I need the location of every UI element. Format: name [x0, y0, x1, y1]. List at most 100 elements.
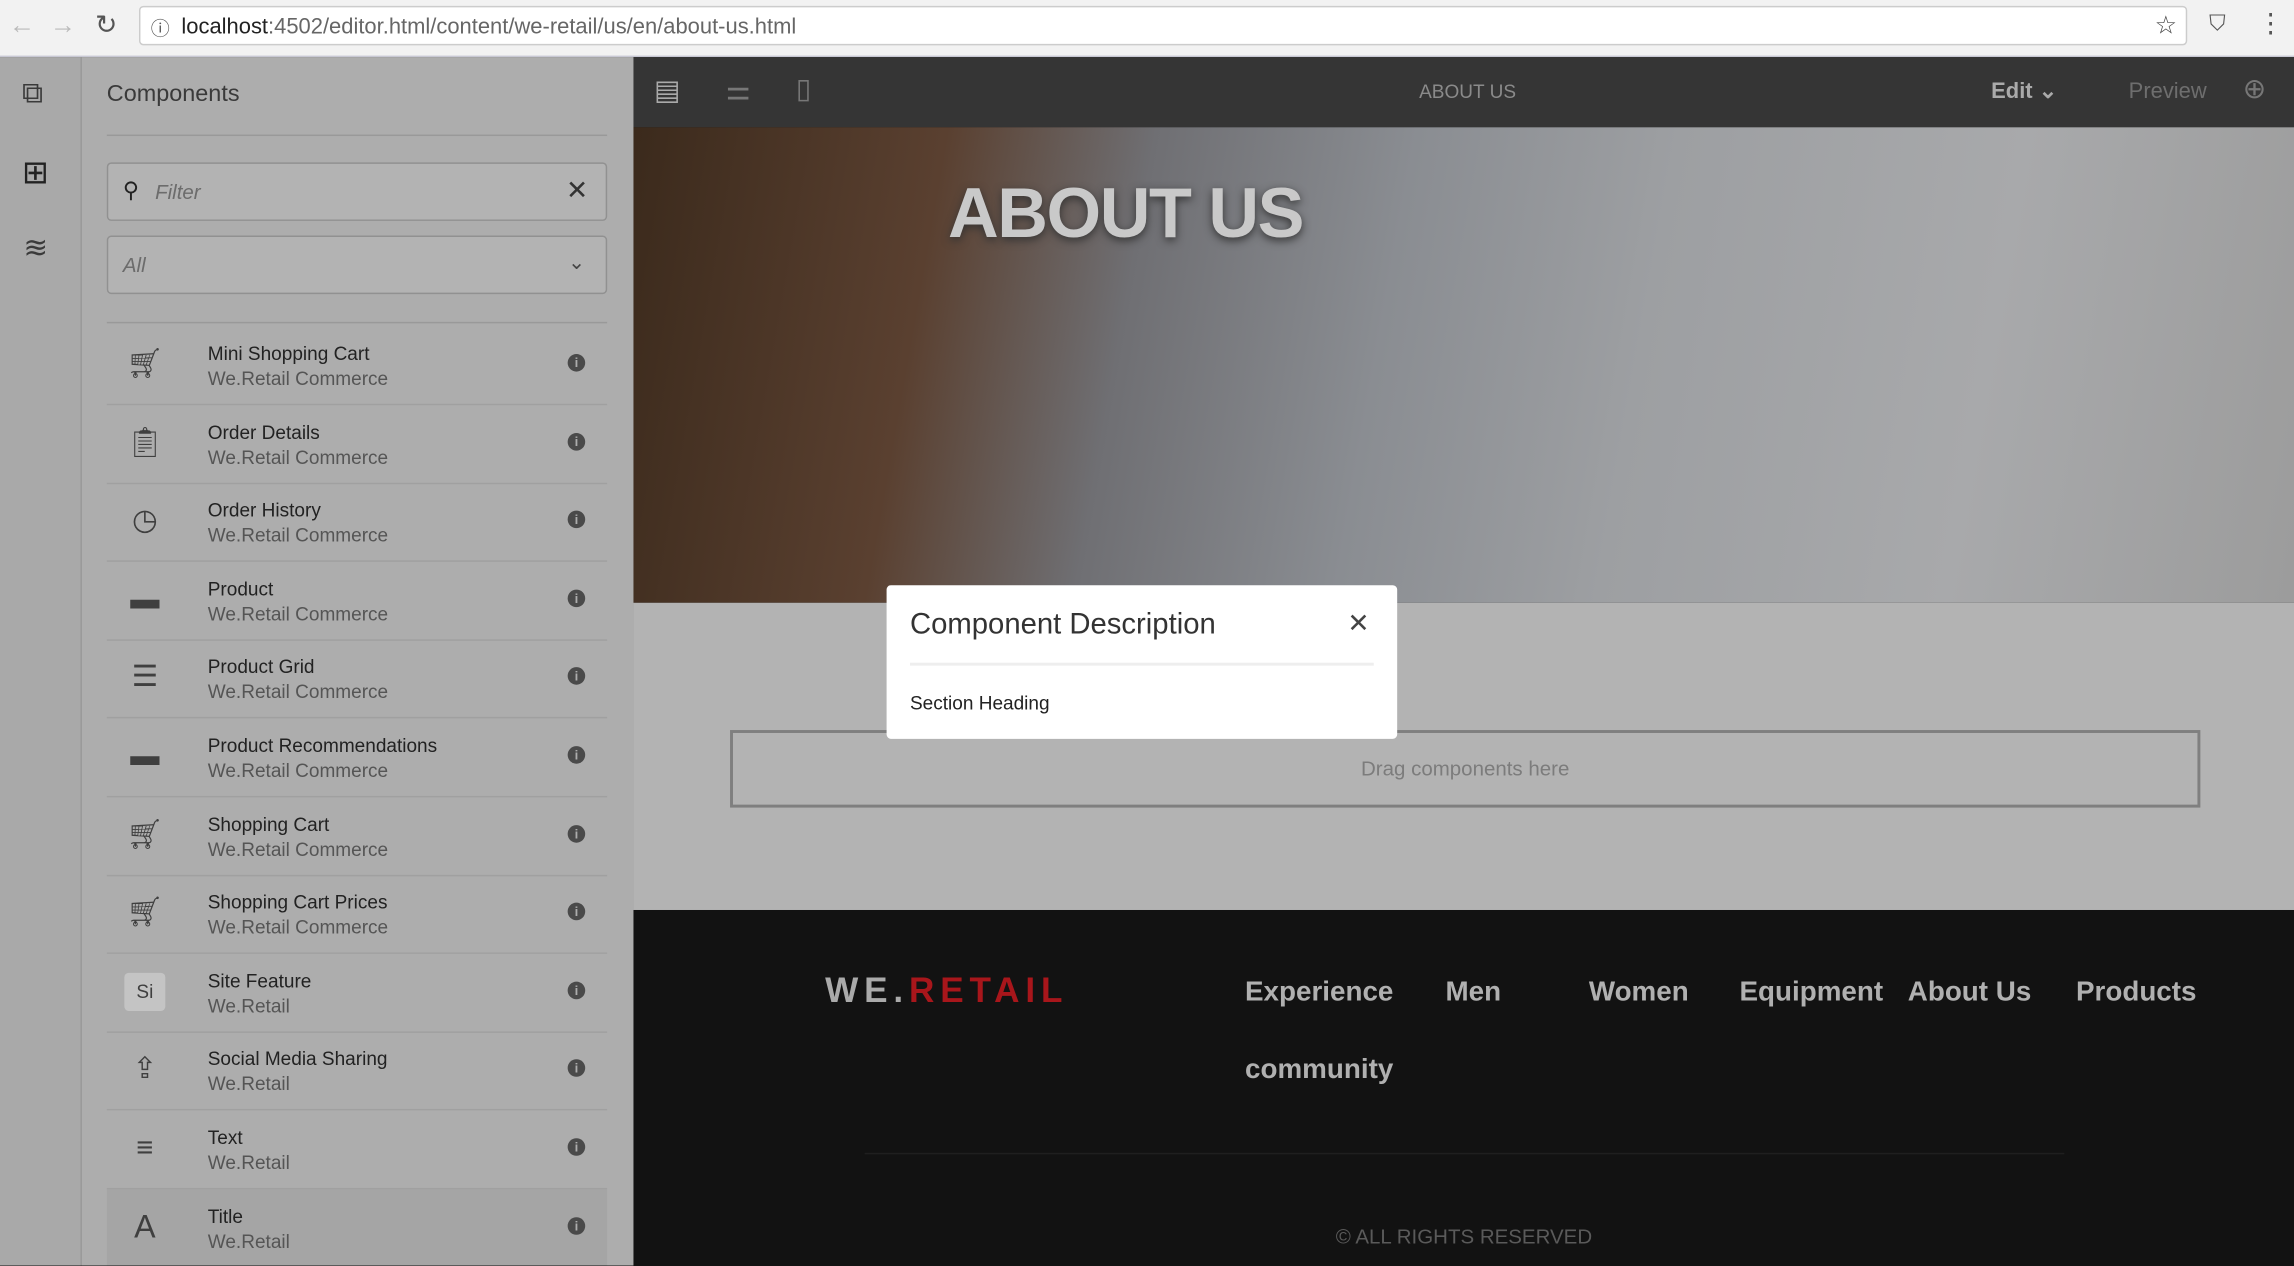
component-item[interactable]: ≡ Text We.Retail i — [106, 1110, 608, 1190]
component-name: Text — [207, 1126, 243, 1149]
component-item[interactable]: 🛒︎ Shopping Cart Prices We.Retail Commerce… — [106, 875, 608, 955]
component-item[interactable]: ⇪ Social Media Sharing We.Retail i — [106, 1032, 608, 1111]
text-align-icon: ≡ — [136, 1132, 154, 1165]
side-rail: ⧉ ⊞ ≋ — [0, 57, 82, 1266]
side-panel-toggle-icon[interactable]: ▤ — [654, 75, 680, 109]
info-icon[interactable]: i — [567, 902, 586, 921]
component-group: We.Retail — [207, 1151, 290, 1174]
info-icon[interactable]: i — [567, 1216, 586, 1235]
back-icon[interactable]: ← — [9, 10, 35, 41]
group-select-value: All — [122, 253, 146, 277]
component-abbr-icon: Si — [124, 972, 166, 1011]
page-footer: WE.RETAIL Experience Men Women Equipment… — [633, 909, 2294, 1266]
footer-link[interactable]: Women — [1589, 977, 1689, 1009]
clipboard-icon: 📋︎ — [126, 426, 164, 459]
archive-icon: ▬ — [130, 740, 160, 773]
preview-button[interactable]: Preview — [2129, 79, 2207, 104]
mode-selector[interactable]: Edit ⌄ — [1991, 78, 2057, 104]
component-group: We.Retail Commerce — [207, 602, 389, 625]
info-icon[interactable]: i — [567, 354, 586, 372]
components-icon[interactable]: ⊞ — [22, 154, 49, 192]
chevron-down-icon: ⌄ — [2038, 79, 2058, 104]
info-icon[interactable]: i — [567, 746, 586, 764]
url-host: localhost — [181, 14, 269, 40]
component-item[interactable]: 📋︎ Order Details We.Retail Commerce i — [106, 405, 608, 484]
clear-icon[interactable]: ✕ — [566, 176, 588, 207]
browser-toolbar: ← → ↻ ⓘ localhost:4502/editor.html/conte… — [0, 0, 2294, 58]
component-abbr-icon: A — [134, 1207, 156, 1245]
component-group: We.Retail — [207, 1072, 290, 1095]
info-icon[interactable]: i — [567, 981, 586, 999]
mode-label: Edit — [1991, 79, 2033, 104]
drop-zone[interactable]: Drag components here — [730, 730, 2201, 808]
component-item[interactable]: Si Site Feature We.Retail i — [106, 954, 608, 1033]
component-name: Shopping Cart — [207, 812, 330, 835]
footer-link[interactable]: Equipment — [1740, 977, 1884, 1009]
dialog-body: Section Heading — [909, 692, 1050, 714]
component-name: Site Feature — [207, 969, 312, 992]
reload-icon[interactable]: ↻ — [95, 10, 117, 41]
search-icon: ⚲ — [122, 178, 139, 204]
info-icon[interactable]: i — [567, 1059, 586, 1078]
component-item[interactable]: 🛒︎ Mini Shopping Cart We.Retail Commerce i — [106, 326, 608, 406]
components-panel: Components ⚲ Filter ✕ All ⌄ 🛒︎ Mini Shopp… — [81, 57, 634, 1266]
footer-link[interactable]: About Us — [1908, 977, 2032, 1009]
footer-link[interactable]: Products — [2076, 977, 2196, 1009]
info-icon[interactable]: i — [567, 667, 586, 686]
component-item[interactable]: ▬ Product Recommendations We.Retail Commer… — [106, 718, 608, 798]
copyright: © ALL RIGHTS RESERVED — [1335, 1224, 1593, 1248]
dialog-title: Component Description — [909, 608, 1216, 641]
info-icon[interactable]: i — [567, 510, 586, 529]
component-description-dialog: Component Description ✕ Section Heading — [886, 585, 1398, 739]
archive-icon: ▬ — [130, 583, 160, 616]
component-group: We.Retail Commerce — [207, 445, 389, 468]
extension-icon[interactable]: ⛉ — [2209, 12, 2225, 37]
component-group: We.Retail Commerce — [207, 524, 389, 546]
component-group: We.Retail Commerce — [207, 680, 389, 703]
info-icon[interactable]: i — [567, 824, 586, 843]
component-group: We.Retail — [207, 1229, 290, 1252]
panel-title: Components — [106, 81, 240, 107]
filter-input[interactable]: ⚲ Filter ✕ — [106, 162, 608, 221]
content-tree-icon[interactable]: ≋ — [23, 230, 48, 267]
info-icon[interactable]: i — [567, 1138, 586, 1156]
component-name: Order Details — [207, 420, 320, 443]
component-name: Title — [207, 1204, 243, 1227]
component-item[interactable]: ☰ Product Grid We.Retail Commerce i — [106, 640, 608, 719]
info-icon[interactable]: ⓘ — [151, 13, 170, 41]
address-bar[interactable]: ⓘ localhost:4502/editor.html/content/we-… — [138, 5, 2188, 46]
info-icon[interactable]: i — [567, 589, 586, 607]
properties-icon[interactable]: ⚌ — [726, 75, 751, 109]
chevron-down-icon: ⌄ — [568, 250, 586, 274]
cart-icon: 🛒︎ — [126, 348, 164, 381]
we-retail-logo[interactable]: WE.RETAIL — [825, 971, 1068, 1012]
close-icon[interactable]: ✕ — [1347, 609, 1369, 640]
component-item[interactable]: A Title We.Retail i — [106, 1188, 608, 1266]
group-select[interactable]: All ⌄ — [106, 235, 608, 295]
annotations-icon[interactable]: ⊕ — [2243, 73, 2266, 107]
footer-link[interactable]: community — [1245, 1055, 1393, 1087]
cart-icon: 🛒︎ — [126, 818, 164, 851]
component-name: Social Media Sharing — [207, 1048, 388, 1071]
component-item[interactable]: ▬ Product We.Retail Commerce i — [106, 561, 608, 641]
component-name: Product Grid — [207, 655, 315, 678]
component-item[interactable]: 🛒︎ Shopping Cart We.Retail Commerce i — [106, 797, 608, 876]
footer-link[interactable]: Experience — [1245, 977, 1393, 1009]
footer-link[interactable]: Men — [1445, 977, 1501, 1009]
info-icon[interactable]: i — [567, 432, 586, 451]
footer-divider — [864, 1152, 2065, 1155]
component-group: We.Retail Commerce — [207, 759, 389, 782]
list-icon: ☰ — [131, 661, 158, 695]
menu-icon[interactable]: ⋮ — [2257, 9, 2283, 40]
component-name: Product — [207, 577, 274, 600]
page-content: Drag components here — [633, 602, 2294, 910]
component-item[interactable]: ◷ Order History We.Retail Commerce i — [106, 483, 608, 563]
editor-toolbar: ▤ ⚌ ▯ ABOUT US Edit ⌄ Preview ⊕ — [633, 57, 2294, 128]
component-group: We.Retail — [207, 994, 290, 1017]
assets-icon[interactable]: ⧉ — [22, 78, 43, 112]
emulator-icon[interactable]: ▯ — [796, 73, 811, 107]
forward-icon[interactable]: → — [50, 10, 76, 41]
history-icon: ◷ — [132, 505, 158, 538]
bookmark-star-icon[interactable]: ☆ — [2155, 12, 2177, 41]
share-icon: ⇪ — [132, 1053, 158, 1087]
